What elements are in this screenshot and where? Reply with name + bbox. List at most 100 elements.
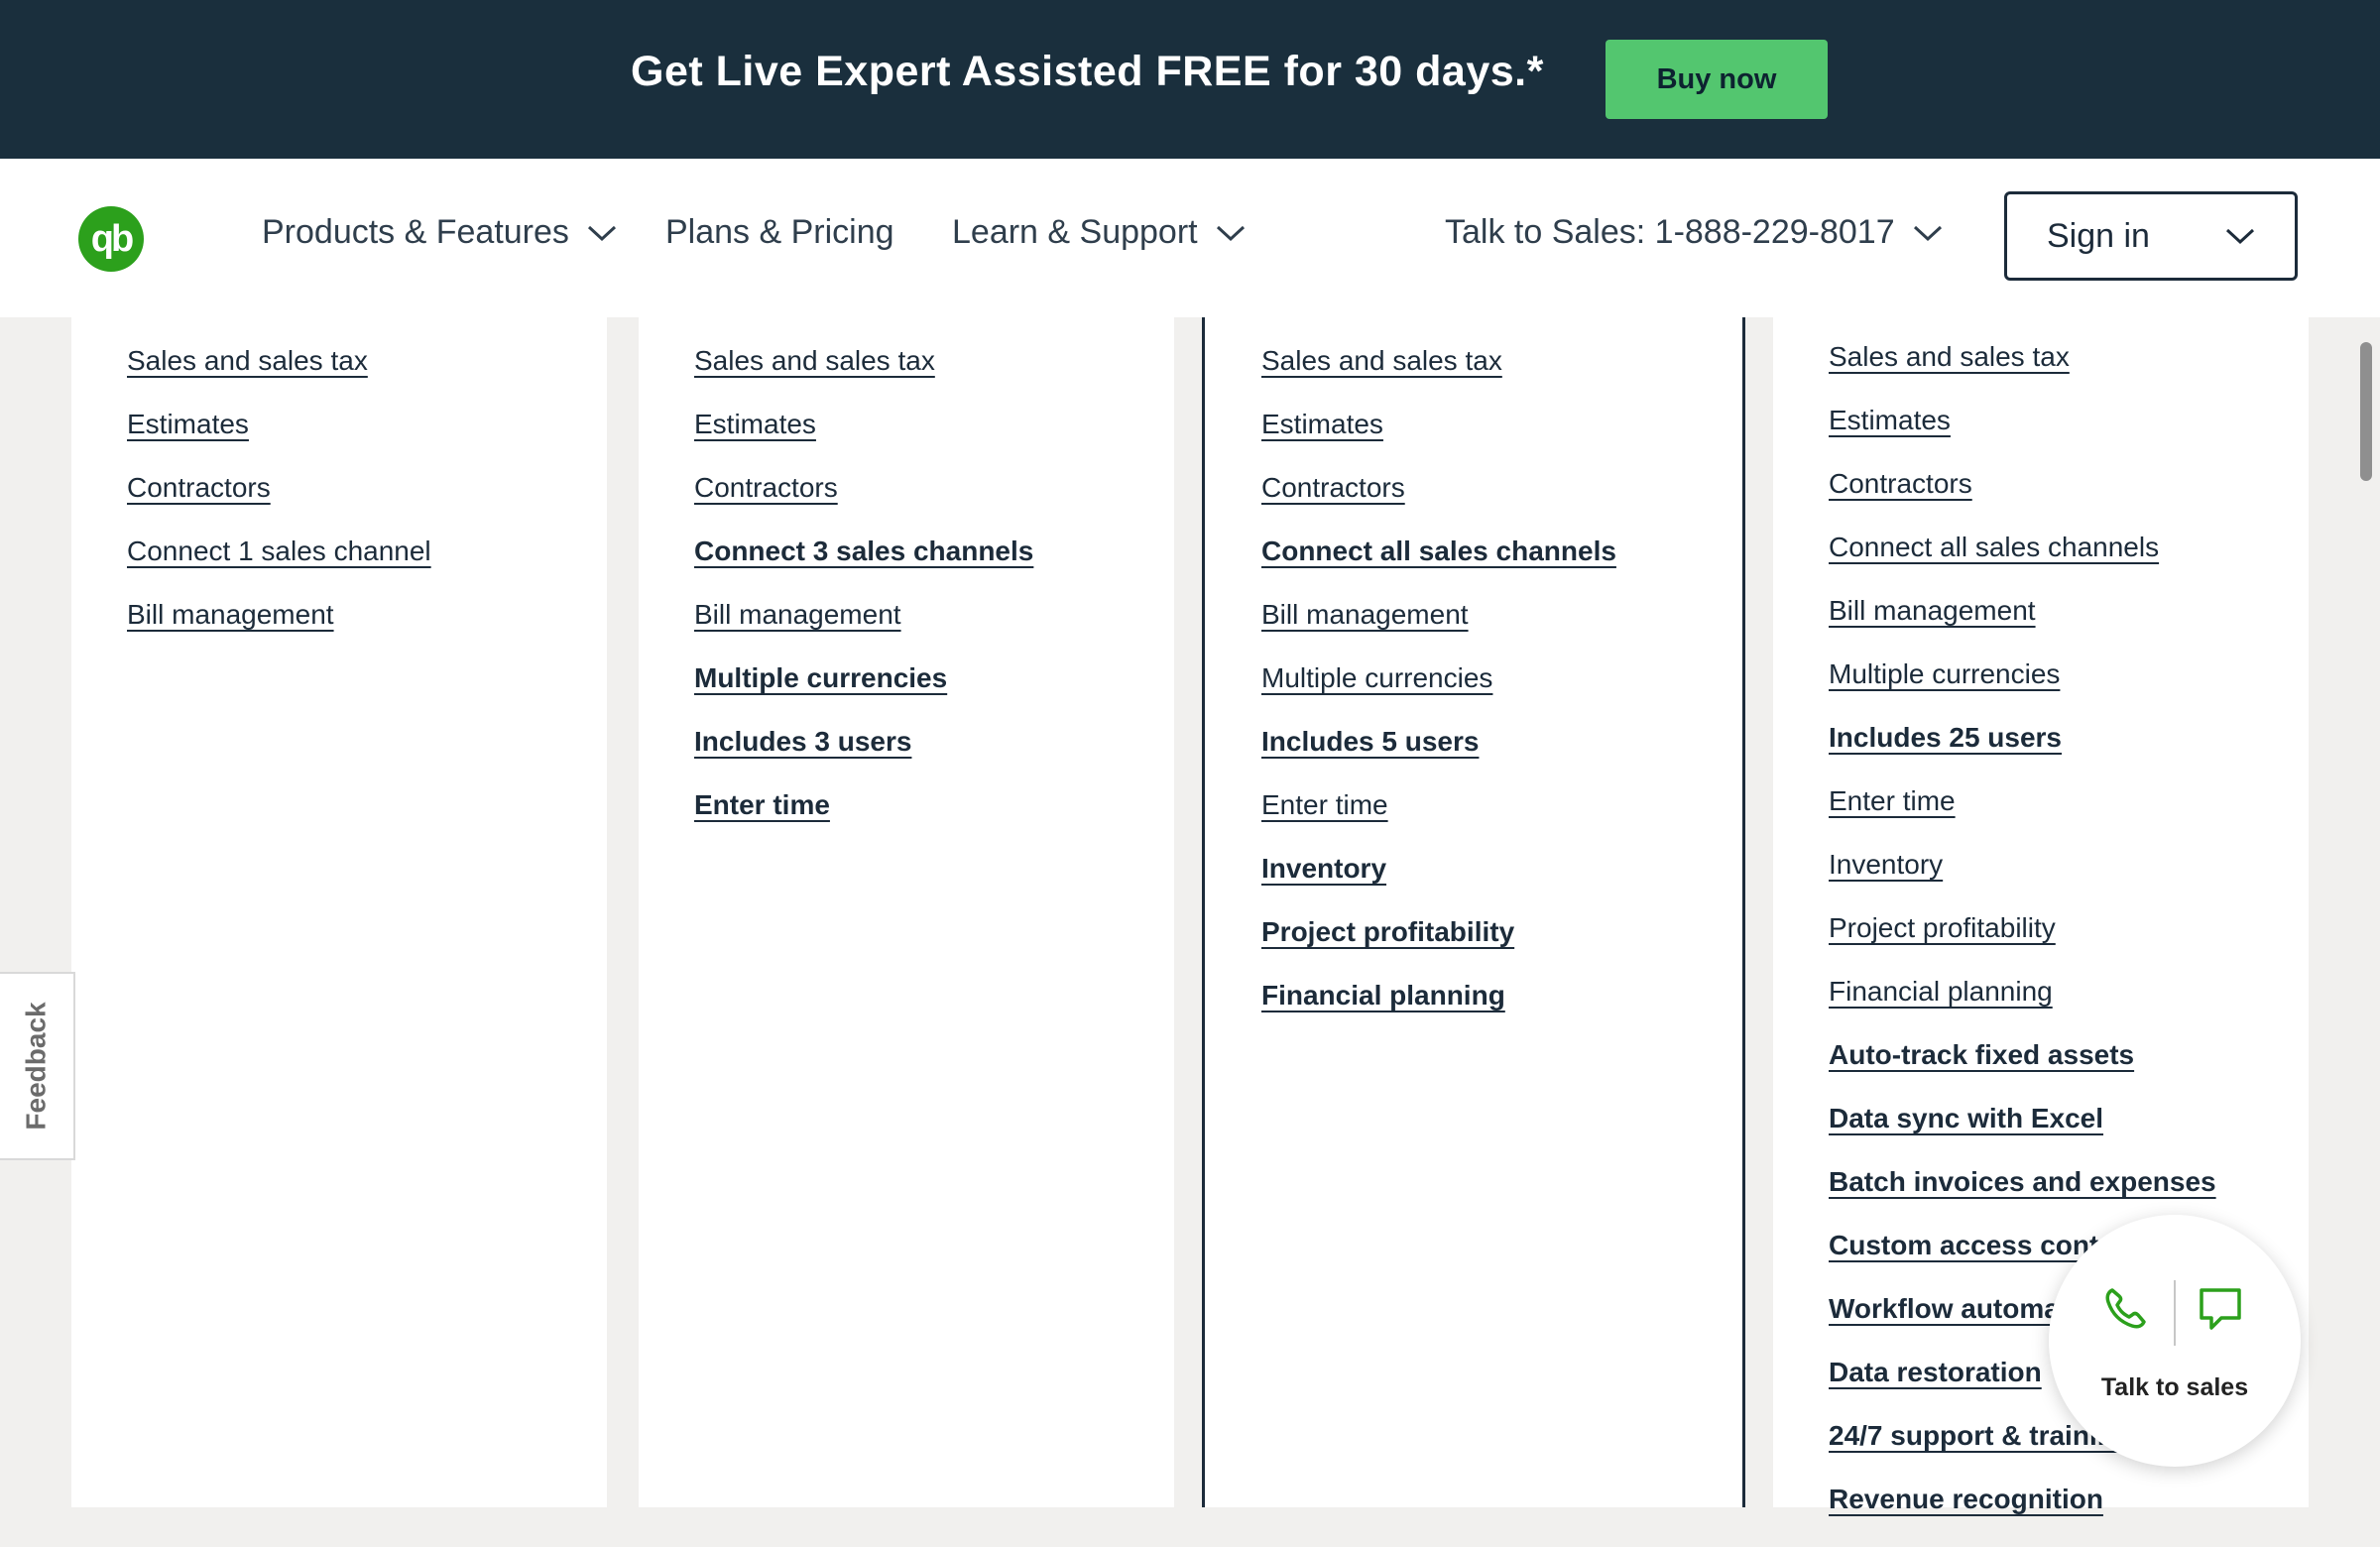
promo-banner: Get Live Expert Assisted FREE for 30 day… (0, 0, 2380, 159)
feature-link[interactable]: Bill management (694, 599, 901, 630)
feature-item: Data sync with Excel (1829, 1103, 2216, 1166)
feature-link[interactable]: Enter time (694, 789, 830, 820)
feature-link[interactable]: Multiple currencies (694, 662, 947, 693)
feature-link[interactable]: Sales and sales tax (694, 345, 935, 376)
plan-column-1: Sales and sales tax Estimates Contractors C… (71, 317, 607, 1507)
nav-sales-label: Talk to Sales: 1-888-229-8017 (1445, 213, 1895, 251)
feature-item: Enter time (694, 789, 1033, 853)
phone-icon[interactable] (2098, 1282, 2152, 1336)
talk-to-sales-widget[interactable]: Talk to sales (2049, 1215, 2301, 1467)
feature-item: Sales and sales tax (1829, 341, 2216, 405)
nav-products-label: Products & Features (262, 213, 569, 251)
feature-item: Bill management (1829, 595, 2216, 658)
feature-link[interactable]: Inventory (1829, 849, 1943, 880)
buy-now-button[interactable]: Buy now (1606, 40, 1828, 119)
feedback-tab[interactable]: Feedback (0, 972, 75, 1160)
feature-item: Multiple currencies (694, 662, 1033, 726)
feature-item: Includes 25 users (1829, 722, 2216, 785)
chat-bubble-icon[interactable] (2194, 1282, 2247, 1336)
feature-link[interactable]: Project profitability (1829, 912, 2056, 943)
feature-item: Contractors (1261, 472, 1616, 536)
feature-item: Estimates (127, 409, 431, 472)
feature-link[interactable]: Revenue recognition (1829, 1484, 2103, 1514)
feature-link[interactable]: Enter time (1829, 785, 1956, 816)
feature-item: Includes 5 users (1261, 726, 1616, 789)
feature-link[interactable]: Connect all sales channels (1261, 536, 1616, 566)
feature-item: Connect all sales channels (1829, 532, 2216, 595)
feature-item: Enter time (1261, 789, 1616, 853)
feature-item: Project profitability (1829, 912, 2216, 976)
nav-learn-support[interactable]: Learn & Support (952, 213, 1246, 252)
feature-item: Sales and sales tax (1261, 345, 1616, 409)
feature-link[interactable]: Estimates (1261, 409, 1383, 439)
feature-link[interactable]: Bill management (127, 599, 334, 630)
feature-link[interactable]: Multiple currencies (1829, 658, 2060, 689)
feature-item: Connect all sales channels (1261, 536, 1616, 599)
feature-link[interactable]: Bill management (1261, 599, 1469, 630)
feature-link[interactable]: Contractors (694, 472, 838, 503)
feature-list: Sales and sales tax Estimates Contractors C… (694, 345, 1033, 853)
feature-link[interactable]: Connect all sales channels (1829, 532, 2159, 562)
feature-item: Revenue recognition (1829, 1484, 2216, 1547)
sign-in-label: Sign in (2047, 216, 2150, 255)
feature-item: Contractors (694, 472, 1033, 536)
plan-column-2: Sales and sales tax Estimates Contractors C… (639, 317, 1174, 1507)
feature-link[interactable]: Contractors (1829, 468, 1972, 499)
feedback-label: Feedback (21, 1002, 53, 1130)
feature-link[interactable]: Includes 25 users (1829, 722, 2062, 753)
feature-item: Project profitability (1261, 916, 1616, 980)
feature-link[interactable]: Contractors (1261, 472, 1405, 503)
feature-item: Enter time (1829, 785, 2216, 849)
feature-link[interactable]: Sales and sales tax (127, 345, 368, 376)
feature-link[interactable]: Contractors (127, 472, 271, 503)
nav-learn-label: Learn & Support (952, 213, 1198, 251)
feature-item: Connect 3 sales channels (694, 536, 1033, 599)
feature-item: Sales and sales tax (127, 345, 431, 409)
divider (2174, 1280, 2176, 1346)
chevron-down-icon (2225, 228, 2255, 245)
talk-to-sales-label: Talk to sales (2100, 1373, 2249, 1401)
feature-item: Multiple currencies (1261, 662, 1616, 726)
feature-link[interactable]: Sales and sales tax (1829, 341, 2070, 372)
feature-item: Connect 1 sales channel (127, 536, 431, 599)
feature-link[interactable]: Auto-track fixed assets (1829, 1039, 2134, 1070)
feature-link[interactable]: Data restoration (1829, 1357, 2042, 1387)
nav-products-features[interactable]: Products & Features (262, 213, 617, 252)
feature-link[interactable]: Inventory (1261, 853, 1386, 884)
feature-item: Contractors (127, 472, 431, 536)
feature-link[interactable]: Financial planning (1829, 976, 2053, 1007)
feature-item: Inventory (1261, 853, 1616, 916)
chevron-down-icon (587, 225, 616, 241)
main-nav: qb Products & Features Plans & Pricing L… (0, 159, 2380, 317)
feature-item: Financial planning (1829, 976, 2216, 1039)
feature-link[interactable]: Bill management (1829, 595, 2036, 626)
feature-link[interactable]: Enter time (1261, 789, 1388, 820)
feature-link[interactable]: Estimates (1829, 405, 1951, 435)
scrollbar-thumb[interactable] (2360, 342, 2372, 481)
feature-link[interactable]: Includes 3 users (694, 726, 911, 757)
feature-link[interactable]: Includes 5 users (1261, 726, 1479, 757)
feature-link[interactable]: Data sync with Excel (1829, 1103, 2103, 1133)
feature-link[interactable]: Multiple currencies (1261, 662, 1492, 693)
chevron-down-icon (1913, 225, 1942, 241)
quickbooks-logo[interactable]: qb (78, 206, 144, 272)
feature-item: Financial planning (1261, 980, 1616, 1043)
feature-link[interactable]: Connect 3 sales channels (694, 536, 1033, 566)
plan-column-3: Sales and sales tax Estimates Contractors C… (1202, 317, 1745, 1507)
feature-item: Bill management (694, 599, 1033, 662)
nav-plans-label: Plans & Pricing (665, 213, 894, 251)
feature-link[interactable]: Project profitability (1261, 916, 1514, 947)
feature-link[interactable]: Batch invoices and expenses (1829, 1166, 2216, 1197)
nav-talk-to-sales[interactable]: Talk to Sales: 1-888-229-8017 (1445, 213, 1943, 252)
feature-item: Includes 3 users (694, 726, 1033, 789)
feature-link[interactable]: Sales and sales tax (1261, 345, 1502, 376)
chevron-down-icon (1216, 225, 1245, 241)
nav-plans-pricing[interactable]: Plans & Pricing (665, 213, 894, 252)
feature-link[interactable]: Estimates (694, 409, 816, 439)
feature-link[interactable]: Financial planning (1261, 980, 1505, 1011)
sign-in-button[interactable]: Sign in (2004, 191, 2298, 281)
feature-item: Inventory (1829, 849, 2216, 912)
feature-link[interactable]: Connect 1 sales channel (127, 536, 431, 566)
promo-text: Get Live Expert Assisted FREE for 30 day… (631, 48, 1544, 95)
feature-link[interactable]: Estimates (127, 409, 249, 439)
